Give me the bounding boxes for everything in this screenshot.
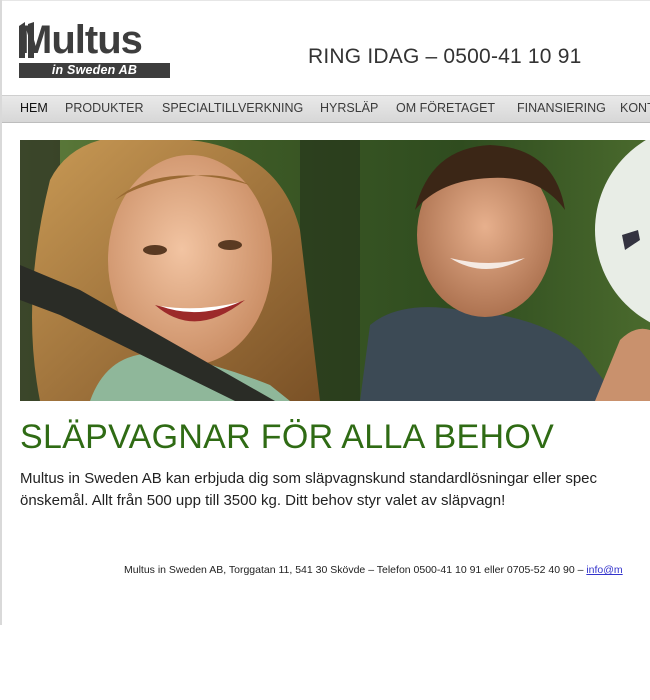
- site-logo[interactable]: Multus in Sweden AB: [19, 18, 170, 78]
- intro-line: Multus in Sweden AB kan erbjuda dig som …: [20, 470, 598, 487]
- nav-item-finansiering[interactable]: FINANSIERING: [517, 96, 606, 122]
- left-border: [0, 0, 2, 625]
- hero-banner: [20, 140, 650, 401]
- intro-line: önskemål. Allt från 500 upp till 3500 kg…: [20, 492, 506, 509]
- nav-item-hem[interactable]: HEM: [20, 96, 48, 122]
- nav-item-hyrslap[interactable]: HYRSLÄP: [320, 96, 378, 122]
- top-border: [0, 0, 650, 1]
- hero-photo: [20, 140, 650, 401]
- nav-item-specialtillverkning[interactable]: SPECIALTILLVERKNING: [162, 96, 303, 122]
- phone-callout: RING IDAG – 0500-41 10 91: [308, 45, 582, 68]
- logo-tagline: in Sweden AB: [19, 63, 170, 78]
- nav-item-om-foretaget[interactable]: OM FÖRETAGET: [396, 96, 495, 122]
- site-footer: Multus in Sweden AB, Torggatan 11, 541 3…: [124, 564, 623, 576]
- logo-name: Multus: [19, 18, 143, 62]
- footer-email-link[interactable]: info@m: [586, 564, 622, 576]
- nav-item-kontakt[interactable]: KONT: [620, 96, 650, 122]
- nav-item-produkter[interactable]: PRODUKTER: [65, 96, 143, 122]
- main-nav: HEM PRODUKTER SPECIALTILLVERKNING HYRSLÄ…: [2, 95, 650, 123]
- intro-text: Multus in Sweden AB kan erbjuda dig som …: [20, 468, 650, 512]
- footer-contact-text: Multus in Sweden AB, Torggatan 11, 541 3…: [124, 564, 587, 576]
- page-headline: SLÄPVAGNAR FÖR ALLA BEHOV: [20, 418, 555, 456]
